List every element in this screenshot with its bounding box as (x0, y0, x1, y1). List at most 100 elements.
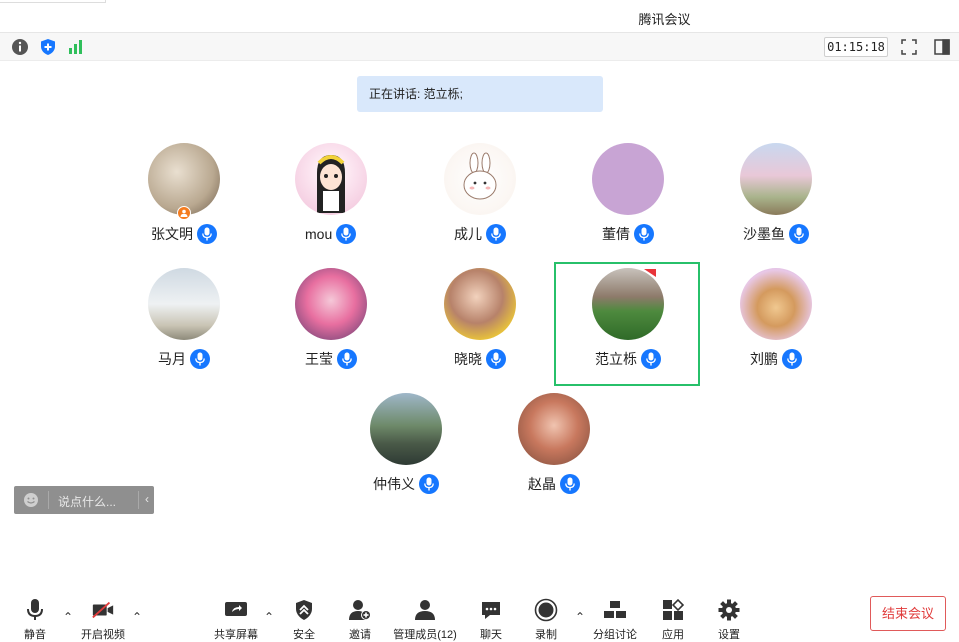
chat-bubble-icon (479, 598, 503, 622)
microphone-icon[interactable] (634, 224, 654, 244)
security-button[interactable]: 安全 (274, 598, 334, 642)
microphone-icon[interactable] (486, 349, 506, 369)
participant-avatar[interactable] (518, 393, 590, 465)
record-label: 录制 (535, 629, 557, 641)
record-icon (534, 598, 558, 622)
settings-label: 设置 (718, 629, 740, 641)
microphone-icon[interactable] (197, 224, 217, 244)
participant-name-row: 王莹 (305, 349, 357, 369)
participant-name: mou (305, 226, 333, 242)
gear-icon (717, 598, 741, 622)
collapse-chevron-icon[interactable]: ‹ (145, 492, 149, 506)
settings-button[interactable]: 设置 (699, 598, 759, 642)
microphone-icon[interactable] (190, 349, 210, 369)
participant-name-row: 成儿 (454, 224, 506, 244)
participant-avatar[interactable] (740, 143, 812, 215)
apps-label: 应用 (662, 629, 684, 641)
participant-avatar[interactable] (592, 143, 664, 215)
participant-avatar[interactable] (592, 268, 664, 340)
microphone-icon (23, 598, 47, 622)
participant-name-row: 刘鹏 (750, 349, 802, 369)
participant-avatar[interactable] (370, 393, 442, 465)
participant-avatar[interactable] (295, 268, 367, 340)
record-button[interactable]: 录制 (516, 598, 576, 642)
start-video-button[interactable]: 开启视频 (73, 598, 133, 642)
participant-name: 沙墨鱼 (743, 226, 785, 242)
participant-name-row: 董倩 (602, 224, 654, 244)
mute-label: 静音 (24, 629, 46, 641)
microphone-icon[interactable] (337, 349, 357, 369)
sidebar-toggle-icon[interactable] (933, 38, 951, 56)
breakout-rooms-icon (603, 598, 627, 622)
mute-button[interactable]: 静音 (5, 598, 65, 642)
chat-placeholder[interactable]: 说点什么... (58, 493, 116, 510)
participant-avatar[interactable] (148, 268, 220, 340)
camera-off-icon (91, 598, 115, 622)
participant-name: 成儿 (454, 226, 482, 242)
fullscreen-icon[interactable] (900, 38, 918, 56)
end-meeting-button[interactable]: 结束会议 (870, 596, 946, 631)
invite-button[interactable]: 邀请 (330, 598, 390, 642)
microphone-icon[interactable] (336, 224, 357, 244)
speaking-indicator: 正在讲话: 范立栎; (357, 76, 603, 112)
manage-members-button[interactable]: 管理成员(12) (393, 598, 457, 642)
participant-avatar[interactable] (444, 143, 516, 215)
participant-name-row: 范立栎 (595, 349, 661, 369)
participant-name: 马月 (158, 351, 186, 367)
participant-name: 张文明 (151, 226, 193, 242)
members-icon (413, 598, 437, 622)
chat-button[interactable]: 聊天 (461, 598, 521, 642)
participant-avatar[interactable] (740, 268, 812, 340)
start-video-label: 开启视频 (81, 629, 125, 641)
microphone-icon[interactable] (486, 224, 506, 244)
manage-members-label: 管理成员(12) (393, 629, 457, 641)
participant-name-row: 晓晓 (454, 349, 506, 369)
share-screen-label: 共享屏幕 (214, 629, 258, 641)
microphone-icon[interactable] (789, 224, 809, 244)
chat-divider-2 (138, 491, 139, 509)
microphone-icon[interactable] (560, 474, 580, 494)
breakout-rooms-label: 分组讨论 (593, 629, 637, 641)
chat-quick-input[interactable]: 说点什么... ‹ (14, 486, 154, 514)
participant-name: 赵晶 (528, 476, 556, 492)
title-bar: 腾讯会议 (0, 0, 959, 33)
participant-name: 仲伟义 (373, 476, 415, 492)
security-shield-icon (292, 598, 316, 622)
microphone-icon[interactable] (782, 349, 802, 369)
chat-label: 聊天 (480, 629, 502, 641)
video-options-chevron-icon[interactable]: ⌃ (132, 610, 144, 624)
participant-name: 刘鹏 (750, 351, 778, 367)
meeting-timer: 01:15:18 (824, 37, 888, 57)
microphone-icon[interactable] (641, 349, 661, 369)
emoji-icon[interactable] (23, 492, 39, 508)
add-user-icon (348, 598, 372, 622)
participant-avatar[interactable] (148, 143, 220, 215)
apps-grid-icon (661, 598, 685, 622)
apps-button[interactable]: 应用 (643, 598, 703, 642)
signal-icon[interactable] (67, 38, 85, 56)
chat-divider (48, 491, 49, 509)
window-title: 腾讯会议 (638, 12, 691, 27)
meeting-info-bar: 01:15:18 (0, 33, 959, 61)
bottom-toolbar: 静音 ⌃ 开启视频 ⌃ 共享屏幕 ⌃ 安全 邀请 管理成员(12) 聊天 录制 … (0, 590, 959, 642)
info-icon[interactable] (11, 38, 29, 56)
participant-name-row: 马月 (158, 349, 210, 369)
participant-name: 晓晓 (454, 351, 482, 367)
share-screen-button[interactable]: 共享屏幕 (206, 598, 266, 642)
breakout-rooms-button[interactable]: 分组讨论 (585, 598, 645, 642)
participant-name-row: 张文明 (151, 224, 217, 244)
participant-name-row: 仲伟义 (373, 474, 439, 494)
shield-icon[interactable] (39, 38, 57, 56)
participant-name-row: mou (305, 224, 357, 244)
participant-name: 董倩 (602, 226, 630, 242)
share-screen-icon (224, 598, 248, 622)
host-badge-icon (177, 206, 191, 220)
microphone-icon[interactable] (419, 474, 439, 494)
participant-avatar[interactable] (295, 143, 367, 215)
participant-name: 范立栎 (595, 351, 637, 367)
participant-name-row: 赵晶 (528, 474, 580, 494)
participant-avatar[interactable] (444, 268, 516, 340)
title-bar-divider (0, 0, 106, 3)
invite-label: 邀请 (349, 629, 371, 641)
security-label: 安全 (293, 629, 315, 641)
